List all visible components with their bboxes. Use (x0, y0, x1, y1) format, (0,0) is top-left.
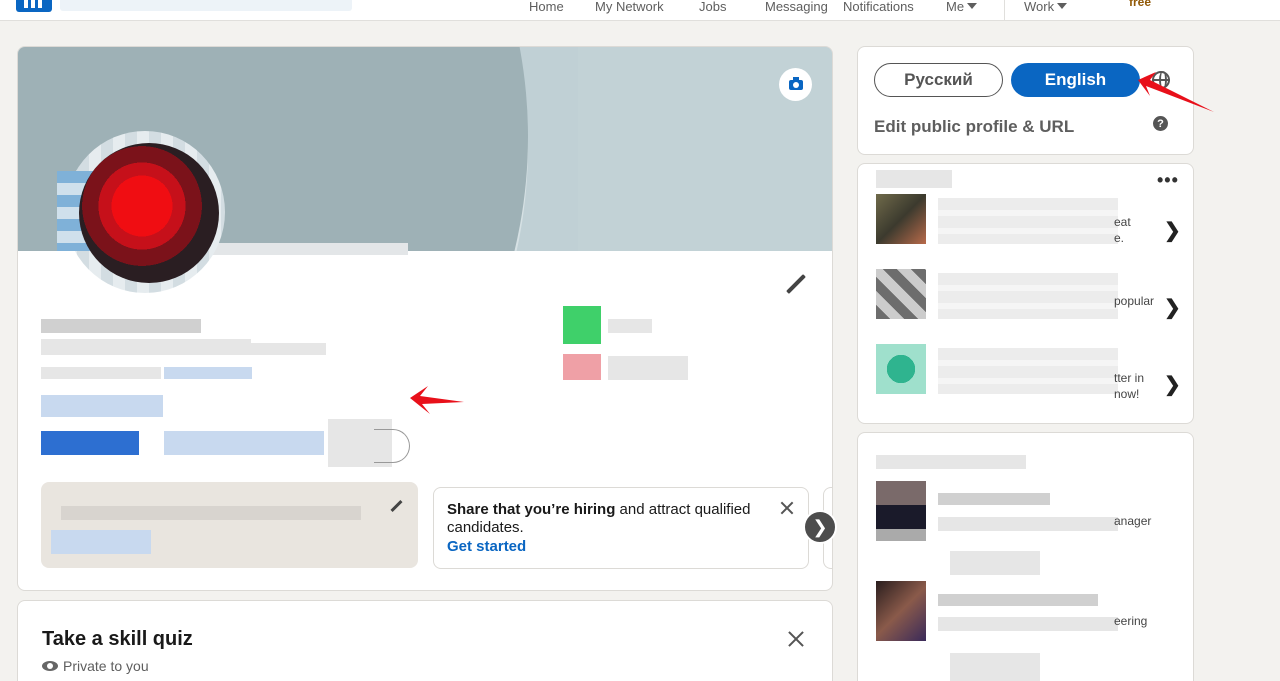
promoted-item[interactable]: popular ❯ (858, 269, 1193, 333)
nav-home[interactable]: Home (529, 0, 564, 14)
blurred-school-name[interactable] (608, 356, 688, 380)
blurred-location (41, 367, 161, 379)
promoted-item[interactable]: tter in now! ❯ (858, 344, 1193, 408)
hiring-description: Share that you’re hiring and attract qua… (447, 501, 767, 537)
caret-down-icon (967, 3, 978, 9)
carousel-next-button[interactable]: ❯ (803, 510, 837, 544)
profile-card: Share that you’re hiring and attract qua… (17, 46, 833, 591)
share-hiring-card: Share that you’re hiring and attract qua… (433, 487, 809, 569)
search-input[interactable] (60, 0, 352, 11)
blurred-connect-button[interactable] (950, 653, 1040, 681)
top-nav: Home My Network Jobs Messaging Notificat… (0, 0, 1280, 21)
blurred-secondary-button[interactable] (164, 431, 324, 455)
annotation-arrow-icon (410, 386, 464, 414)
language-english-button[interactable]: English (1011, 63, 1140, 97)
blurred-see-details-link[interactable] (51, 530, 151, 554)
blurred-company-name[interactable] (608, 319, 652, 333)
avatar (79, 143, 219, 283)
nav-me[interactable]: Me (946, 0, 978, 14)
promoted-item[interactable]: eat e. ❯ (858, 194, 1193, 258)
annotation-arrow-icon (1138, 72, 1214, 112)
chevron-right-icon[interactable]: ❯ (1164, 372, 1181, 397)
eye-icon (42, 661, 58, 671)
blurred-promoted-text (938, 348, 1118, 394)
promoted-thumbnail (876, 344, 926, 394)
language-russian-button[interactable]: Русский (874, 63, 1003, 97)
help-icon[interactable]: ? (1153, 116, 1168, 131)
blurred-person-headline (938, 517, 1118, 531)
hiring-bold-text: Share that you’re hiring (447, 501, 616, 518)
blurred-person-name[interactable] (938, 493, 1050, 505)
promoted-text-fragment: eat (1114, 215, 1131, 229)
promoted-thumbnail (876, 194, 926, 244)
blurred-headline (41, 343, 326, 355)
more-options-icon[interactable]: ••• (1157, 170, 1179, 191)
company-logo (563, 306, 601, 344)
promoted-thumbnail (876, 269, 926, 319)
blurred-primary-button[interactable] (41, 431, 139, 455)
promoted-card: ••• eat e. ❯ popular ❯ tter in now! ❯ (857, 163, 1194, 424)
nav-work-label: Work (1024, 0, 1055, 14)
blurred-person-headline (938, 617, 1118, 631)
skill-quiz-title: Take a skill quiz (42, 628, 193, 650)
blurred-promoted-text (938, 198, 1118, 244)
edit-intro-pencil-icon[interactable] (783, 272, 809, 298)
blurred-person-name[interactable] (938, 594, 1098, 606)
nav-jobs[interactable]: Jobs (699, 0, 726, 14)
blurred-promoted-text (938, 273, 1118, 319)
blurred-connections-link[interactable] (41, 395, 163, 417)
chevron-right-icon[interactable]: ❯ (1164, 218, 1181, 243)
person-headline-fragment: eering (1114, 614, 1148, 628)
get-started-link[interactable]: Get started (447, 538, 526, 555)
blurred-open-to-work-text (61, 506, 361, 520)
school-logo (563, 354, 601, 380)
promoted-text-fragment: now! (1114, 387, 1140, 401)
nav-premium-link[interactable]: free (1129, 0, 1151, 9)
nav-my-network[interactable]: My Network (595, 0, 664, 14)
profile-photo[interactable] (57, 131, 233, 293)
nav-work[interactable]: Work (1024, 0, 1068, 14)
close-icon[interactable] (779, 500, 795, 516)
avatar[interactable] (876, 581, 926, 641)
more-button-outline[interactable] (374, 429, 410, 463)
close-icon[interactable] (786, 629, 806, 649)
skill-quiz-card: Take a skill quiz Private to you (17, 600, 833, 681)
camera-icon (788, 76, 803, 90)
nav-me-label: Me (946, 0, 965, 14)
nav-notifications[interactable]: Notifications (843, 0, 914, 14)
edit-banner-button[interactable] (779, 68, 812, 101)
promoted-text-fragment: popular (1114, 294, 1155, 308)
blurred-promoted-heading (876, 170, 952, 188)
nav-divider (1004, 0, 1005, 20)
blurred-contact-info-link[interactable] (164, 367, 252, 379)
edit-public-profile-link[interactable]: Edit public profile & URL (874, 117, 1074, 137)
linkedin-logo-icon[interactable] (16, 0, 52, 12)
person-headline-fragment: anager (1114, 514, 1152, 528)
blurred-connect-button[interactable] (950, 551, 1040, 575)
blurred-card-heading (876, 455, 1026, 469)
private-to-you-label: Private to you (42, 658, 149, 674)
chevron-right-icon[interactable]: ❯ (1164, 295, 1181, 320)
blurred-name (41, 319, 201, 333)
private-to-you-text: Private to you (63, 658, 149, 674)
avatar[interactable] (876, 481, 926, 541)
promoted-text-fragment: tter in (1114, 371, 1145, 385)
open-to-work-card[interactable] (41, 482, 418, 568)
people-also-viewed-card: anager eering (857, 432, 1194, 681)
promoted-text-fragment: e. (1114, 231, 1125, 245)
caret-down-icon (1057, 3, 1068, 9)
nav-messaging[interactable]: Messaging (765, 0, 828, 14)
edit-open-to-work-pencil-icon[interactable] (390, 499, 404, 513)
